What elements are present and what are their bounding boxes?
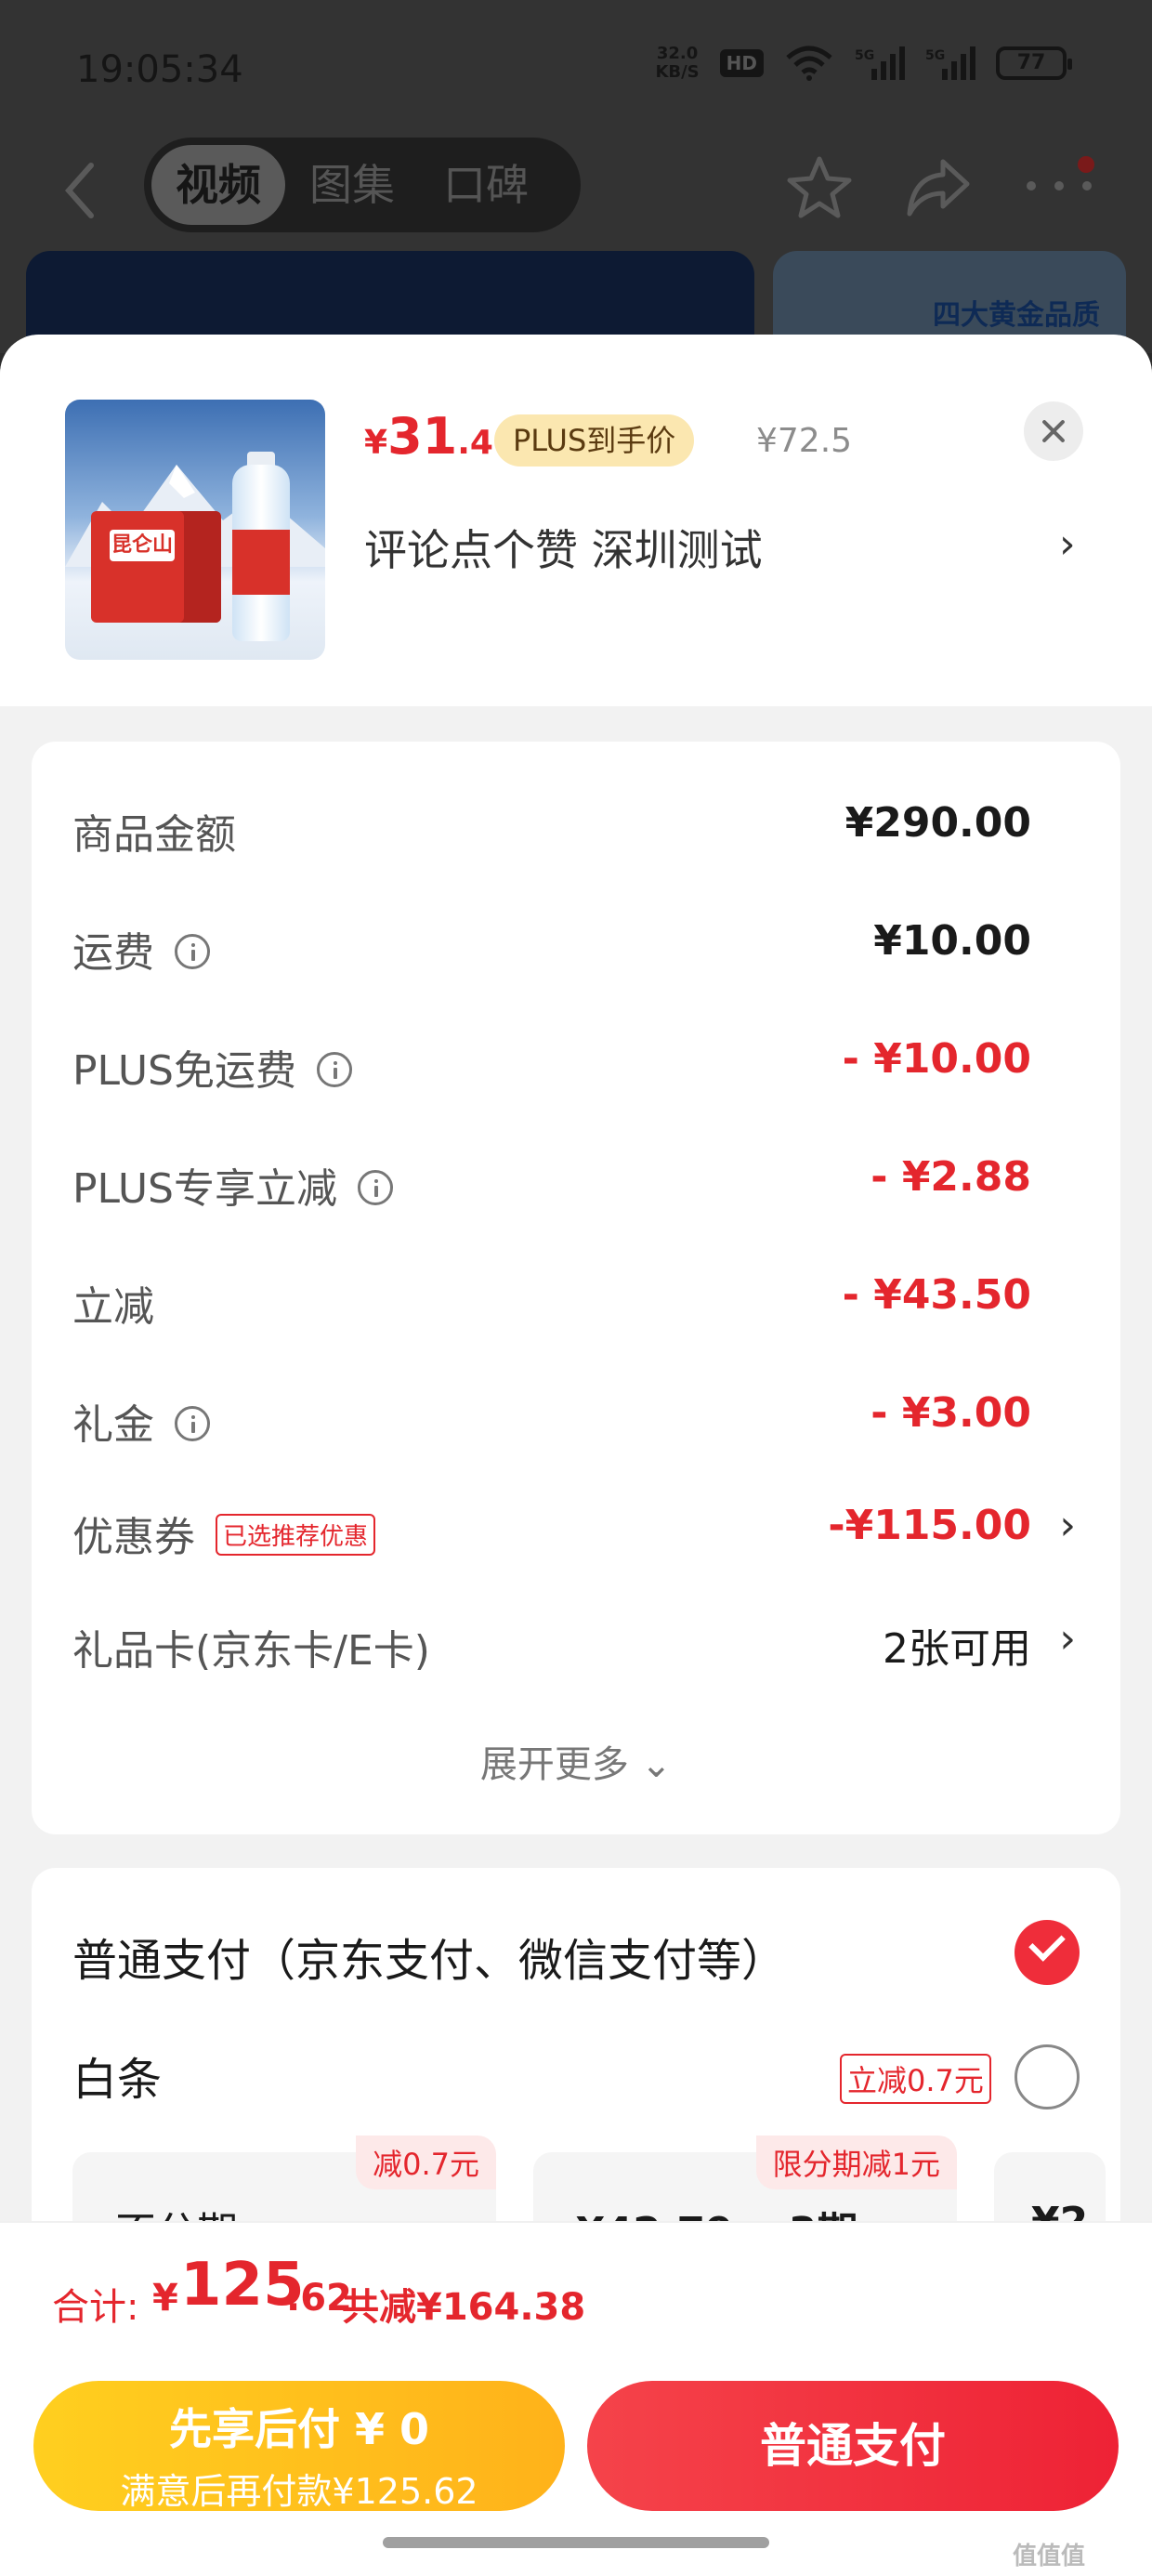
fee-label-text: 优惠券 [72,1514,195,1561]
tab-gallery[interactable]: 图集 [285,145,419,225]
network-speed-value: 32.0 [656,44,699,63]
fee-row-gift-card[interactable]: 礼品卡(京东卡/E卡) 2张可用 › [72,1604,1076,1678]
tab-video[interactable]: 视频 [151,145,285,225]
fee-label-text: 运费 [72,929,154,977]
baitiao-option[interactable]: 白条 [72,2043,162,2108]
signal-5g-icon: 5G [855,46,905,80]
product-box [91,511,221,623]
fee-value: -¥115.00 [828,1502,1031,1549]
order-total-bar: 合计: ¥ 125 .62 共减¥164.38 [0,2221,1152,2370]
home-indicator[interactable] [383,2537,769,2548]
info-icon[interactable] [358,1170,393,1205]
network-speed-unit: KB/S [655,62,700,82]
baitiao-discount-tag: 立减0.7元 [840,2054,991,2104]
normal-payment-option[interactable]: 普通支付（京东支付、微信支付等） [72,1924,786,1989]
fee-label: PLUS专享立减 [72,1155,393,1215]
fee-label-text: 礼金 [72,1401,154,1449]
total-currency: ¥ [152,2277,178,2320]
info-icon[interactable] [175,934,210,969]
bottle-label [232,530,290,595]
fee-value: ¥290.00 [844,799,1031,847]
fee-value: - ¥10.00 [842,1035,1031,1083]
fee-value: ¥10.00 [873,917,1031,965]
svg-text:5G: 5G [925,48,945,63]
action-bar: 先享后付 ¥ 0 满意后再付款¥125.62 普通支付 值值值 [0,2370,1152,2576]
signal-5g-icon-2: 5G [925,46,975,80]
feature-banner-text: 四大黄金品质 [933,299,1100,332]
fee-row-coupon[interactable]: 优惠券 已选推荐优惠 -¥115.00 › [72,1491,1076,1565]
unchecked-radio[interactable] [1015,2044,1080,2109]
normal-pay-button[interactable]: 普通支付 [587,2381,1119,2511]
fee-label: 立减 [72,1283,154,1331]
svg-text:5G: 5G [855,48,874,63]
fee-label: 礼金 [72,1391,210,1451]
share-icon[interactable] [906,156,971,217]
notification-dot [1078,156,1094,173]
current-price: ¥31.4 [364,407,493,466]
price-decimal: .4 [457,424,493,462]
pay-later-title: 先享后付 ¥ 0 [168,2404,430,2454]
back-arrow-icon[interactable] [58,158,104,223]
status-time: 19:05:34 [76,48,243,91]
price-currency: ¥ [364,424,388,462]
watermark: 值值值 [1013,2543,1086,2570]
total-label: 合计: [52,2286,139,2329]
fee-value: - ¥2.88 [871,1153,1031,1201]
fee-label: PLUS免运费 [72,1037,352,1097]
chevron-right-icon[interactable]: › [1059,1502,1076,1549]
product-summary: 昆仑山 ¥31.4 PLUS到手价 ¥72.5 评论点个赞 深圳测试 › [0,335,1152,706]
fee-label: 礼品卡(京东卡/E卡) [72,1627,430,1675]
plan-discount-tag: 减0.7元 [356,2136,496,2189]
total-saved: 共减¥164.38 [342,2286,586,2329]
network-speed: 32.0 KB/S [655,45,699,82]
expand-more-button[interactable]: 展开更多 ⌄ [32,1734,1120,1788]
status-icons: 32.0 KB/S HD 5G 5G 77 [655,45,1072,82]
fee-label: 商品金额 [72,811,236,859]
original-price: ¥72.5 [756,422,853,460]
fee-row-instant-discount: 立减 - ¥43.50 [72,1260,1031,1334]
price-integer: 31 [387,407,458,466]
fee-row-gift-money: 礼金 - ¥3.00 [72,1378,1031,1452]
product-spec[interactable]: 评论点个赞 深圳测试 [364,517,763,578]
checked-icon[interactable] [1015,1920,1080,1985]
more-icon[interactable] [1022,172,1096,200]
status-bar: 19:05:34 32.0 KB/S HD 5G 5G 77 [0,0,1152,139]
pay-later-subtitle: 满意后再付款¥125.62 [120,2471,478,2512]
fee-label-text: PLUS免运费 [72,1047,296,1095]
fee-row-shipping: 运费 ¥10.00 [72,906,1031,980]
fee-row-plus-free-shipping: PLUS免运费 - ¥10.00 [72,1024,1031,1098]
plan-discount-tag: 限分期减1元 [755,2136,957,2189]
chevron-right-icon[interactable]: › [1059,520,1076,568]
star-icon[interactable] [786,153,853,220]
fee-label: 运费 [72,919,210,979]
wifi-icon [786,46,832,81]
tab-reviews[interactable]: 口碑 [419,145,553,225]
coupon-recommended-tag: 已选推荐优惠 [216,1513,376,1556]
fee-row-goods: 商品金额 ¥290.00 [72,788,1031,862]
close-button[interactable] [1024,401,1083,461]
fee-value: - ¥43.50 [842,1271,1031,1319]
fee-breakdown-card: 商品金额 ¥290.00 运费 ¥10.00 PLUS免运费 - ¥10.00 … [32,742,1120,1834]
info-icon[interactable] [317,1052,352,1087]
plus-price-badge: PLUS到手价 [494,414,695,467]
fee-label-text: PLUS专享立减 [72,1165,337,1213]
battery-icon: 77 [996,46,1072,80]
info-icon[interactable] [175,1406,210,1441]
media-tab-switcher: 视频 图集 口碑 [144,138,581,232]
fee-value: - ¥3.00 [871,1389,1031,1437]
product-box-label: 昆仑山 [110,530,175,561]
hd-icon: HD [719,49,764,77]
fee-label: 优惠券 已选推荐优惠 [72,1504,376,1563]
product-image: 昆仑山 [65,400,325,660]
chevron-right-icon[interactable]: › [1059,1615,1076,1663]
fee-value: 2张可用 [883,1625,1031,1673]
pay-later-button[interactable]: 先享后付 ¥ 0 满意后再付款¥125.62 [33,2381,565,2512]
fee-row-plus-discount: PLUS专享立减 - ¥2.88 [72,1142,1031,1216]
